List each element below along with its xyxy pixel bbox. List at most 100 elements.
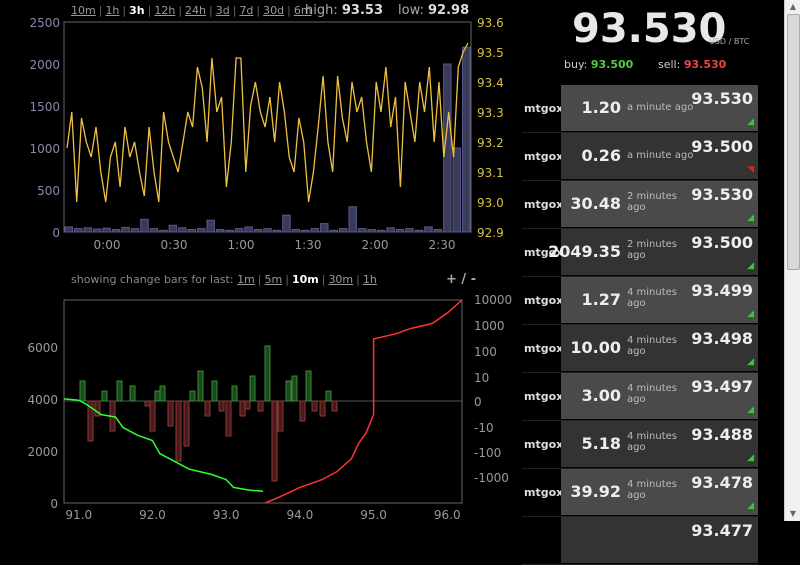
trade-time: 4 minutes ago [627,335,678,357]
volume-bar [386,227,395,233]
trade-exchange: mtgox [524,390,564,403]
volume-bar [234,228,244,233]
trade-time: 4 minutes ago [627,383,678,405]
y-right-tick: 10000 [474,293,512,307]
y-left-tick: 4000 [27,393,58,407]
arrow-up-icon: ◢ [747,309,754,319]
volume-bar [395,228,405,233]
change-bar [277,400,284,432]
volume-bar [178,227,187,233]
y-right-tick: 100 [474,345,497,359]
trade-row: mtgox 0.26 a minute ago 93.500 ◥ [522,133,758,181]
sell-price: sell: 93.530 [658,58,726,71]
y-left-tick: 0 [52,226,60,240]
trade-cell: 39.92 4 minutes ago 93.478 ◢ [561,469,758,515]
change-range-5m[interactable]: 5m [265,273,283,286]
x-tick: 0:30 [161,238,188,252]
y-right-tick: 92.9 [477,226,504,240]
trade-row: 93.477 [522,517,758,565]
volume-bar [83,227,92,233]
trade-amount: 0.26 [581,146,621,165]
trade-price: 93.530 [691,185,753,204]
trade-cell: 3.00 4 minutes ago 93.497 ◢ [561,373,758,419]
volume-bar [329,229,338,233]
change-range-30m[interactable]: 30m [328,273,353,286]
trade-row: mtgox 30.48 2 minutes ago 93.530 ◢ [522,181,758,229]
scroll-up-icon[interactable]: ▲ [785,0,800,14]
trade-amount: 5.18 [581,434,621,453]
trade-price: 93.500 [691,137,753,156]
trade-exchange: mtgox [524,438,564,451]
y-left-tick: 0 [50,497,58,511]
change-bar [175,400,182,462]
change-bar [325,390,332,402]
trade-cell: 93.477 [561,517,758,563]
y-left-tick: 1000 [29,142,60,156]
change-bar [231,385,238,402]
arrow-up-icon: ◢ [747,405,754,415]
volume-bar [197,228,206,233]
volume-bar [376,229,386,233]
scroll-down-icon[interactable]: ▼ [785,507,800,521]
arrow-up-icon: ◢ [747,357,754,367]
change-range-1h[interactable]: 1h [363,273,377,286]
trade-exchange: mtgox [524,486,564,499]
change-bar [167,400,174,427]
volume-bar [168,224,178,233]
volume-bar [272,229,282,233]
trade-row: mtgox 1.27 4 minutes ago 93.499 ◢ [522,277,758,325]
y-left-tick: 6000 [27,341,58,355]
volume-bar [282,214,291,233]
zoom-control[interactable]: + / - [446,272,476,287]
x-tick: 0:00 [94,238,121,252]
y-right-tick: 0 [474,395,482,409]
change-bar [319,400,326,417]
volume-bar [338,228,348,233]
change-bar [291,375,298,402]
volume-bar [244,226,253,233]
change-range-10m[interactable]: 10m [292,273,319,286]
volume-bar [414,229,424,233]
trade-cell: 2049.35 2 minutes ago 93.500 ◢ [548,229,758,275]
volume-bar [92,228,102,233]
volume-bar [367,228,376,233]
change-bar [257,400,264,412]
trade-cell: 1.20 a minute ago 93.530 ◢ [561,85,758,131]
y-right-tick: 93.2 [477,136,504,150]
price-line [66,42,469,203]
currency-unit: USD / BTC [709,37,750,46]
volume-bar [102,227,111,233]
volume-bar [301,229,310,233]
trade-price: 93.497 [691,377,753,396]
buy-label: buy: [564,58,588,71]
trade-amount: 3.00 [581,386,621,405]
volume-bar [149,228,159,233]
trade-cell: 10.00 4 minutes ago 93.498 ◢ [561,325,758,371]
x-tick: 2:30 [429,238,456,252]
change-bar [149,400,156,432]
y-right-tick: -100 [474,446,501,460]
change-bar [116,380,123,402]
change-bar [189,390,196,402]
trade-price: 93.500 [691,233,753,252]
y-right-tick: 93.6 [477,16,504,30]
trade-exchange: mtgox [524,198,564,211]
change-label: showing change bars for last: [71,273,238,286]
arrow-up-icon: ◢ [747,213,754,223]
change-range-1m[interactable]: 1m [237,273,255,286]
trade-row: mtgox 3.00 4 minutes ago 93.497 ◢ [522,373,758,421]
bid-depth-line [63,398,264,493]
volume-bar [187,228,197,233]
trade-amount: 1.27 [581,290,621,309]
trade-amount: 10.00 [570,338,621,357]
change-bar [299,400,306,422]
trade-cell: 30.48 2 minutes ago 93.530 ◢ [561,181,758,227]
trade-price: 93.477 [691,521,753,540]
scroll-thumb[interactable] [787,14,800,270]
y-left-tick: 2500 [29,16,60,30]
y-left-tick: 500 [37,184,60,198]
volume-bar [215,228,225,233]
scrollbar[interactable]: ▲ ▼ [784,0,800,521]
sell-value: 93.530 [683,58,727,71]
volume-bar [253,228,263,233]
